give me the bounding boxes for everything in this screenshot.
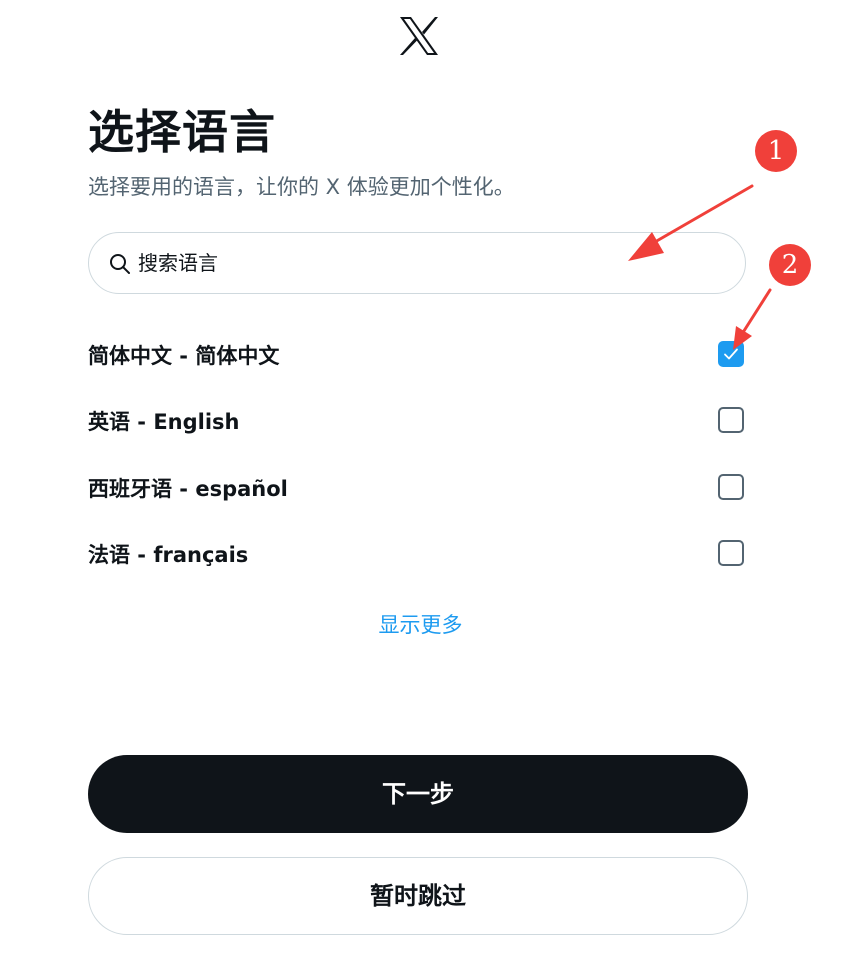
search-box[interactable] [88,232,746,294]
language-label: 英语 - English [88,410,240,434]
language-option-english[interactable]: 英语 - English [88,402,750,442]
next-button[interactable]: 下一步 [88,755,748,833]
language-option-spanish[interactable]: 西班牙语 - español [88,469,750,509]
skip-button[interactable]: 暂时跳过 [88,857,748,935]
checkmark-icon [724,348,738,360]
show-more-link[interactable]: 显示更多 [0,610,841,640]
search-input[interactable] [138,246,718,280]
language-label: 法语 - français [88,543,249,567]
annotation-badge-1: 1 [755,130,797,172]
language-label: 西班牙语 - español [88,477,288,501]
language-checkbox[interactable] [718,407,744,433]
x-logo-icon [400,17,438,55]
language-checkbox[interactable] [718,474,744,500]
language-label: 简体中文 - 简体中文 [88,344,280,368]
language-checkbox[interactable] [718,540,744,566]
annotation-badge-2: 2 [769,244,811,286]
language-option-simplified-chinese[interactable]: 简体中文 - 简体中文 [88,336,750,376]
page-title: 选择语言 [88,105,276,159]
language-checkbox-checked[interactable] [718,341,744,367]
page-subtitle: 选择要用的语言，让你的 X 体验更加个性化。 [88,175,515,199]
search-icon [110,254,130,274]
language-option-french[interactable]: 法语 - français [88,535,750,575]
